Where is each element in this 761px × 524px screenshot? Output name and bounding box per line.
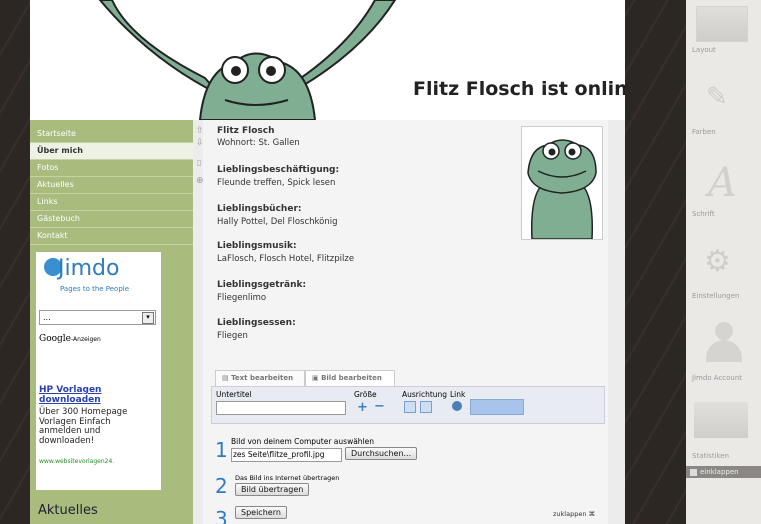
sidebar-aktuelles-heading: Aktuelles (38, 503, 98, 518)
paint-brush-icon[interactable]: ✎ (706, 82, 746, 112)
frog-header-illustration (98, 0, 397, 120)
editor-toolbar: Untertitel Größe + − Ausrichtung Link (211, 386, 605, 424)
ad-select-value: ... (43, 313, 51, 322)
account-icon-body (706, 340, 742, 362)
image-icon: ▣ (312, 374, 322, 382)
frog-picture (527, 139, 597, 240)
panel-layout[interactable]: Layout (692, 46, 761, 54)
arrow-down-icon[interactable]: ⇩ (196, 138, 204, 148)
ad-box: Jimdo Pages to the People ... ▾ Google-A… (36, 252, 161, 490)
account-icon[interactable] (706, 322, 742, 362)
step-1-label: Bild von deinem Computer auswählen (231, 437, 374, 446)
profile-wohnort: Wohnort: St. Gallen (217, 138, 300, 148)
panel-farben[interactable]: Farben (692, 128, 761, 136)
document-icon: ▤ (222, 374, 232, 382)
jimdo-logo[interactable]: Jimdo Pages to the People (44, 256, 154, 294)
nav-item-ueber-mich[interactable]: Über mich (30, 143, 193, 160)
link-input[interactable] (470, 399, 524, 415)
image-editor: ▤ Text bearbeiten ▣ Bild bearbeiten Unte… (211, 366, 605, 524)
browse-button[interactable]: Durchsuchen... (345, 447, 418, 460)
ad-body: Über 300 Homepage Vorlagen Einfach anmel… (39, 407, 128, 446)
content-area: ⇧ ⇩ ▯ ⊕ Flitz Flosch Wohnort: St. Gallen… (193, 120, 625, 524)
zoom-out-icon[interactable]: − (374, 399, 385, 414)
collapse-link[interactable]: zuklappen ⌘ (553, 510, 595, 518)
save-button[interactable]: Speichern (235, 506, 287, 519)
collapse-icon: ⌘ (588, 510, 596, 518)
profile-name: Flitz Flosch (217, 126, 275, 136)
step-3-number: 3 (215, 507, 228, 524)
step-2-label: Das Bild ins Internet übertragen (235, 474, 340, 482)
tab-bild-label: Bild bearbeiten (321, 374, 382, 382)
field-label: Lieblingsmusik: (217, 241, 297, 251)
font-icon[interactable]: A (708, 160, 737, 206)
tab-text-label: Text bearbeiten (231, 374, 294, 382)
nav-item-startseite[interactable]: Startseite (30, 126, 193, 143)
field-value: Fliegenlimo (217, 293, 267, 303)
nav-item-aktuelles[interactable]: Aktuelles (30, 177, 193, 194)
nav-item-links[interactable]: Links (30, 194, 193, 211)
field-value: Fleunde treffen, Spick lesen (217, 178, 336, 188)
panel-statistiken[interactable]: Statistiken (692, 452, 761, 460)
layout-icon[interactable] (696, 6, 748, 42)
align-left-icon[interactable] (404, 401, 416, 413)
collapse-panel-button[interactable]: einklappen (686, 466, 761, 478)
untertitel-label: Untertitel (216, 390, 252, 399)
field-label: Lieblingsbeschäftigung: (217, 165, 340, 175)
jimdo-tagline: Pages to the People (60, 285, 130, 293)
sidebar: Startseite Über mich Fotos Aktuelles Lin… (30, 120, 193, 524)
link-label: Link (450, 390, 466, 399)
statistics-icon[interactable] (694, 402, 748, 438)
tab-text-bearbeiten[interactable]: ▤ Text bearbeiten (215, 370, 305, 387)
globe-icon[interactable] (452, 401, 462, 411)
step-1-number: 1 (215, 438, 228, 462)
chevron-down-icon: ▾ (142, 312, 154, 324)
site-header: Flitz Flosch ist online (30, 0, 625, 120)
panel-einstellungen[interactable]: Einstellungen (692, 292, 761, 300)
profile-frog-image[interactable] (521, 126, 603, 240)
step-2-number: 2 (215, 474, 228, 498)
field-label: Lieblingsbücher: (217, 204, 302, 214)
nav-item-kontakt[interactable]: Kontakt (30, 228, 193, 245)
account-icon-head (715, 322, 733, 340)
anzeigen-label: -Anzeigen (71, 336, 101, 343)
trash-icon[interactable]: ▯ (197, 158, 201, 167)
field-label: Lieblingsgetränk: (217, 280, 307, 290)
add-icon[interactable]: ⊕ (196, 176, 204, 186)
google-ads-label: Google-Anzeigen (39, 334, 101, 344)
field-value: Hally Pottel, Del Floschkönig (217, 217, 338, 227)
ausrichtung-label: Ausrichtung (402, 390, 448, 399)
collapse-panel-label: einklappen (700, 468, 739, 476)
website-page: Flitz Flosch ist online Startseite Über … (30, 0, 625, 524)
groesse-label: Größe (354, 390, 377, 399)
jimdo-control-panel: Layout ✎ Farben A Schrift ⚙ Einstellunge… (686, 0, 761, 524)
site-title: Flitz Flosch ist online (413, 78, 625, 100)
field-label: Lieblingsessen: (217, 318, 296, 328)
collapse-panel-icon (690, 468, 697, 476)
untertitel-input[interactable] (216, 401, 346, 415)
align-right-icon[interactable] (420, 401, 432, 413)
arrow-up-icon[interactable]: ⇧ (196, 126, 204, 136)
ad-link-title[interactable]: HP Vorlagen downloaden (39, 385, 154, 405)
field-value: Fliegen (217, 331, 248, 341)
ad-url[interactable]: www.websitevorlagen24. (39, 458, 114, 465)
profile-section: ⇧ ⇩ ▯ ⊕ Flitz Flosch Wohnort: St. Gallen… (196, 120, 608, 524)
ad-select[interactable]: ... ▾ (39, 310, 156, 325)
panel-account[interactable]: Jimdo Account (692, 374, 761, 382)
wrench-icon[interactable]: ⚙ (704, 244, 731, 279)
field-value: LaFlosch, Flosch Hotel, Flitzpilze (217, 254, 355, 264)
collapse-label: zuklappen (553, 510, 587, 518)
tab-bild-bearbeiten[interactable]: ▣ Bild bearbeiten (305, 370, 395, 387)
jimdo-brand: Jimdo (58, 256, 120, 281)
nav-item-fotos[interactable]: Fotos (30, 160, 193, 177)
zoom-in-icon[interactable]: + (357, 400, 368, 415)
upload-button[interactable]: Bild übertragen (235, 483, 310, 496)
panel-schrift[interactable]: Schrift (692, 210, 761, 218)
nav-item-gaestebuch[interactable]: Gästebuch (30, 211, 193, 228)
google-label: Google (39, 334, 71, 344)
file-path-input[interactable]: zes Seite\flitze_profil.jpg (231, 448, 342, 462)
